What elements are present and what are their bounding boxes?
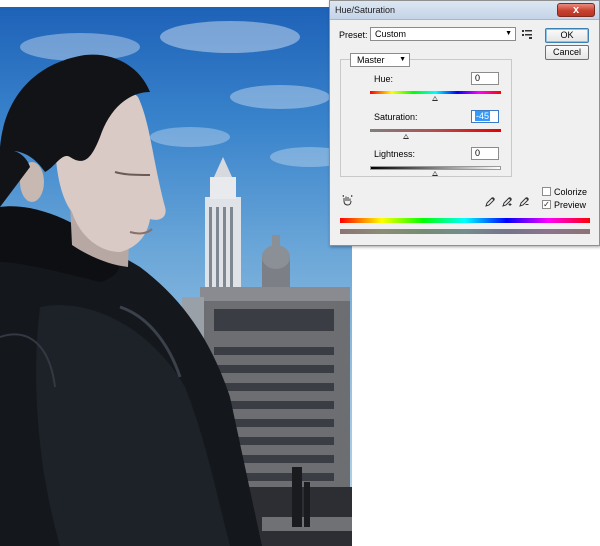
preset-options-icon[interactable] [521,28,533,40]
hue-input[interactable]: 0 [471,72,499,85]
lightness-slider-thumb[interactable] [432,171,438,176]
eyedropper-plus-icon[interactable] [502,196,513,207]
image-canvas [0,7,352,546]
source-color-bar [340,218,590,223]
preset-label: Preset: [339,30,368,40]
chevron-down-icon: ▼ [505,30,512,37]
ok-button[interactable]: OK [545,28,589,43]
saturation-slider-track[interactable] [370,129,501,132]
close-icon: x [572,4,580,16]
cancel-button[interactable]: Cancel [545,45,589,60]
chevron-down-icon: ▼ [399,56,406,63]
checkmark-icon: ✓ [543,200,550,209]
preview-checkbox[interactable]: ✓ [542,200,551,209]
hue-slider-track[interactable] [370,91,501,94]
colorize-label: Colorize [554,187,588,197]
hue-value: 0 [475,73,481,83]
channel-value: Master [357,55,385,65]
eyedropper-minus-icon[interactable] [519,196,530,207]
lightness-label: Lightness: [374,149,416,159]
close-button[interactable]: x [557,3,595,17]
colorize-checkbox[interactable] [542,187,551,196]
preview-label: Preview [554,200,587,210]
lightness-value: 0 [475,148,481,158]
hue-label: Hue: [374,74,394,84]
saturation-label: Saturation: [374,112,418,122]
dialog-title: Hue/Saturation [335,5,396,15]
saturation-value: -45 [475,111,491,121]
saturation-slider-thumb[interactable] [403,134,409,139]
preset-value: Custom [375,29,407,39]
hue-saturation-dialog: Hue/Saturation x Preset: Custom ▼ OK Can… [329,0,600,246]
channel-select[interactable]: Master ▼ [350,53,410,67]
eyedropper-icon[interactable] [485,196,496,207]
preset-select[interactable]: Custom ▼ [370,27,516,41]
saturation-input[interactable]: -45 [471,110,499,123]
lightness-input[interactable]: 0 [471,147,499,160]
result-color-bar [340,229,590,234]
hue-slider-thumb[interactable] [432,96,438,101]
photo-artwork [0,21,352,546]
hand-adjust-icon[interactable] [342,195,353,206]
lightness-slider-track[interactable] [370,166,501,170]
dialog-titlebar[interactable]: Hue/Saturation x [330,1,599,20]
